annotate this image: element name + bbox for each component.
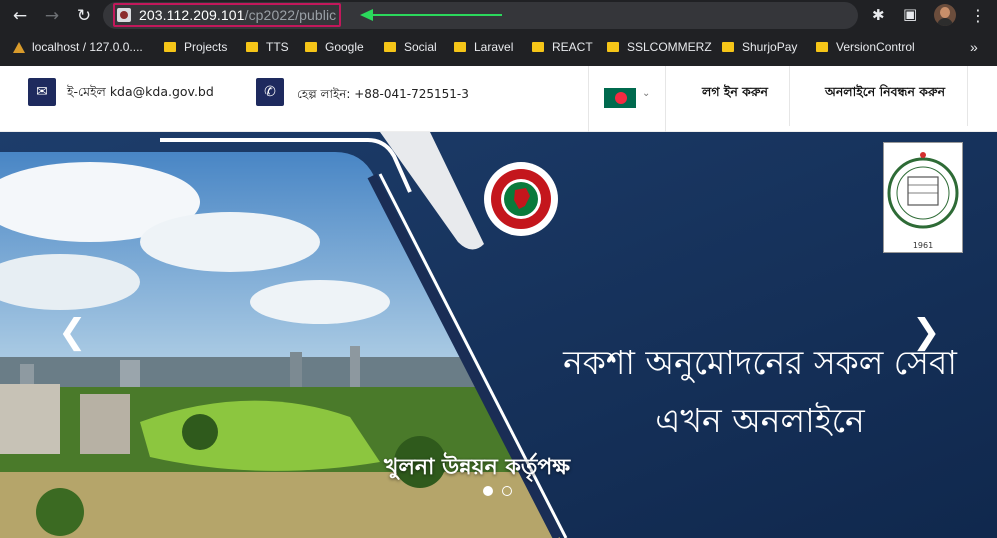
chevron-down-icon: ⌄ — [642, 88, 651, 99]
bookmark-versioncontrol[interactable]: VersionControl — [816, 38, 915, 56]
url-text[interactable]: 203.112.209.101/cp2022/public — [139, 7, 336, 23]
bookmarks-bar: localhost / 127.0.0.... Projects TTS Goo… — [0, 35, 997, 59]
folder-icon — [164, 42, 176, 52]
browser-chrome: ← → ↻ 203.112.209.101/cp2022/public ✱ ▣ … — [0, 0, 997, 66]
divider — [967, 66, 968, 126]
carousel-indicator-2[interactable] — [502, 486, 512, 496]
helpline-contact[interactable]: হেল্প লাইন: +88-041-725151-3 — [297, 86, 469, 106]
folder-icon — [722, 42, 734, 52]
kebab-menu-icon[interactable]: ⋮ — [970, 6, 986, 25]
carousel-next-icon[interactable]: ❯ — [912, 315, 941, 349]
phone-icon: ✆ — [256, 78, 284, 106]
site-favicon-icon[interactable] — [117, 8, 131, 22]
bookmark-laravel[interactable]: Laravel — [454, 38, 513, 56]
carousel-prev-icon[interactable]: ❮ — [58, 315, 87, 349]
bookmark-google[interactable]: Google — [305, 38, 364, 56]
more-bookmarks-icon[interactable]: » — [970, 38, 978, 56]
sidebar-panel-icon[interactable]: ▣ — [903, 5, 917, 23]
folder-icon — [454, 42, 466, 52]
pma-icon — [12, 40, 26, 54]
bookmark-tts[interactable]: TTS — [246, 38, 289, 56]
folder-icon — [384, 42, 396, 52]
bookmark-localhost[interactable]: localhost / 127.0.0.... — [12, 38, 143, 56]
folder-icon — [532, 42, 544, 52]
bookmark-sslcommerz[interactable]: SSLCOMMERZ — [607, 38, 712, 56]
folder-icon — [305, 42, 317, 52]
bookmark-shurjopay[interactable]: ShurjoPay — [722, 38, 797, 56]
reload-icon[interactable]: ↻ — [72, 4, 96, 28]
bookmark-react[interactable]: REACT — [532, 38, 593, 56]
green-arrow-line — [372, 14, 502, 16]
back-arrow-icon[interactable]: ← — [8, 4, 32, 28]
forward-arrow-icon[interactable]: → — [40, 4, 64, 28]
profile-avatar[interactable] — [934, 4, 956, 26]
hero-caption: খুলনা উন্নয়ন কর্তৃপক্ষ — [384, 455, 571, 480]
bookmark-projects[interactable]: Projects — [164, 38, 227, 56]
site-header: ✉ ই-মেইল kda@kda.gov.bd ✆ হেল্প লাইন: +8… — [0, 66, 997, 132]
svg-text:1961: 1961 — [913, 241, 933, 250]
hero-title-line2: এখন অনলাইনে — [655, 401, 865, 440]
language-selector[interactable]: ⌄ — [588, 66, 666, 132]
hero-title-line1: নকশা অনুমোদনের সকল সেবা — [563, 343, 957, 382]
carousel-indicator-1[interactable] — [483, 486, 493, 496]
divider — [789, 66, 790, 126]
login-link[interactable]: লগ ইন করুন — [702, 84, 768, 104]
government-seal-logo — [484, 162, 558, 236]
folder-icon — [607, 42, 619, 52]
extensions-puzzle-icon[interactable]: ✱ — [872, 6, 885, 24]
email-contact[interactable]: ই-মেইল kda@kda.gov.bd — [67, 84, 214, 104]
hero-carousel: 1961 নকশা অনুমোদনের সকল সেবা এখন অনলাইনে… — [0, 132, 997, 538]
bangladesh-flag-icon — [604, 88, 636, 108]
folder-icon — [246, 42, 258, 52]
bookmark-social[interactable]: Social — [384, 38, 437, 56]
envelope-icon: ✉ — [28, 78, 56, 106]
folder-icon — [816, 42, 828, 52]
kda-emblem-logo: 1961 — [883, 142, 963, 253]
register-link[interactable]: অনলাইনে নিবন্ধন করুন — [825, 84, 945, 104]
